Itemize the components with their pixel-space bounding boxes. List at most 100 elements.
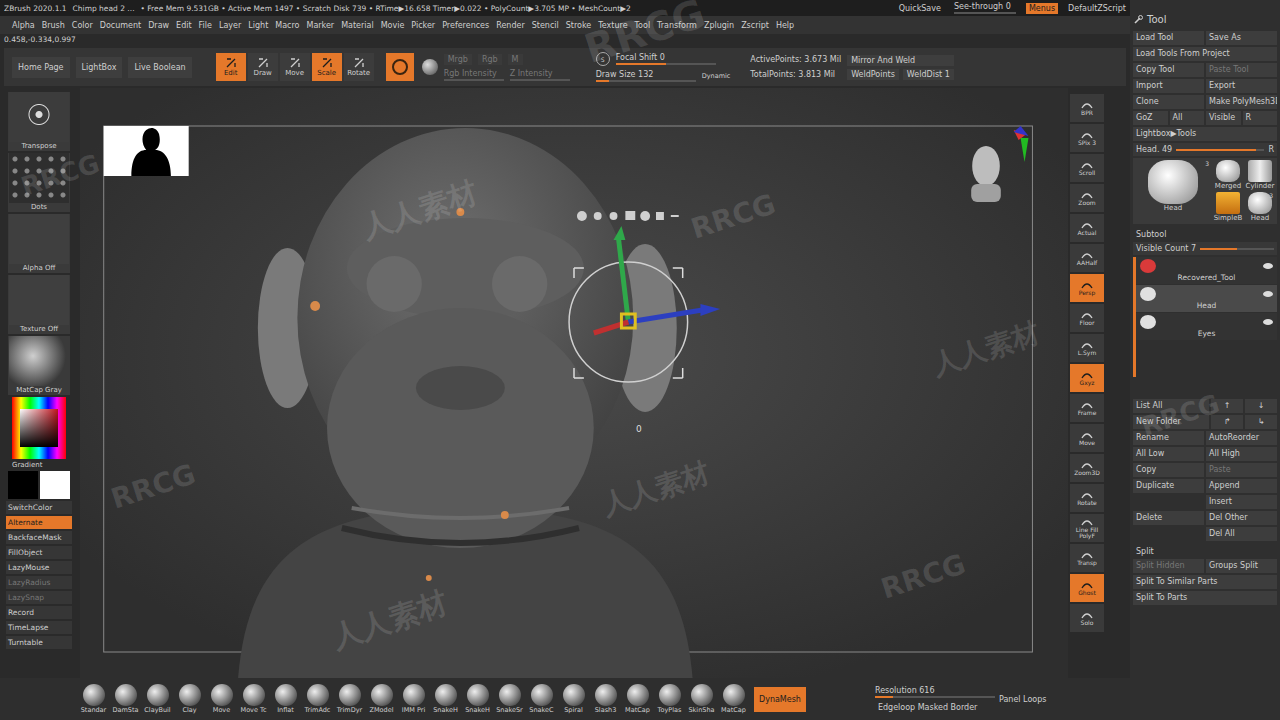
menu-item[interactable]: Edit: [176, 21, 192, 30]
menu-item[interactable]: Help: [776, 21, 794, 30]
action-button[interactable]: ↑: [1211, 399, 1243, 413]
mode-button[interactable]: Edit: [216, 53, 246, 81]
tool-thumbnail[interactable]: 3Head: [1135, 160, 1211, 222]
visibility-eye-icon[interactable]: [1263, 291, 1273, 297]
brush-button[interactable]: ClayBuil: [142, 684, 173, 714]
view-button[interactable]: Transp: [1070, 544, 1104, 572]
menu-item[interactable]: Macro: [275, 21, 299, 30]
view-button[interactable]: Ghost: [1070, 574, 1104, 602]
menu-item[interactable]: Transform: [657, 21, 697, 30]
menu-item[interactable]: Zplugin: [704, 21, 734, 30]
view-button[interactable]: Move: [1070, 424, 1104, 452]
brush-button[interactable]: Inflat: [270, 684, 301, 714]
gizmo-tools-icon[interactable]: [577, 211, 679, 221]
split-button[interactable]: Groups Split: [1206, 559, 1277, 573]
brush-button[interactable]: Standar: [78, 684, 109, 714]
tool-button[interactable]: Paste Tool: [1206, 63, 1277, 77]
color-swatches[interactable]: [8, 471, 70, 499]
shelf-button[interactable]: Alternate: [6, 516, 72, 529]
action-button[interactable]: List All: [1133, 399, 1209, 413]
navigation-head-icon[interactable]: [971, 126, 1028, 202]
action-button[interactable]: Delete: [1133, 511, 1204, 525]
view-button[interactable]: BPR: [1070, 94, 1104, 122]
script-name[interactable]: DefaultZScript: [1068, 4, 1126, 13]
menu-item[interactable]: Alpha: [12, 21, 35, 30]
shelf-button[interactable]: SwitchColor: [6, 501, 72, 514]
dynamic-button[interactable]: Dynamic: [702, 72, 731, 80]
tool-button[interactable]: Make PolyMesh3D: [1206, 95, 1277, 109]
tool-button[interactable]: Visible: [1206, 111, 1241, 125]
weld-dist-slider[interactable]: WeldDist 1: [903, 69, 954, 80]
view-button[interactable]: Scroll: [1070, 154, 1104, 182]
shelf-button[interactable]: LazyRadius: [6, 576, 72, 589]
view-button[interactable]: L.Sym: [1070, 334, 1104, 362]
menu-item[interactable]: Picker: [411, 21, 435, 30]
brush-button[interactable]: ToyPlas: [654, 684, 685, 714]
material-toggle[interactable]: Rgb: [478, 54, 502, 65]
menu-item[interactable]: Document: [100, 21, 141, 30]
menu-item[interactable]: Stencil: [532, 21, 559, 30]
menu-item[interactable]: Tool: [635, 21, 651, 30]
shelf-button[interactable]: LazyMouse: [6, 561, 72, 574]
menu-item[interactable]: Texture: [598, 21, 627, 30]
tool-thumbnail[interactable]: Merged: [1213, 160, 1243, 190]
view-button[interactable]: Persp: [1070, 274, 1104, 302]
action-button[interactable]: Rename: [1133, 431, 1204, 445]
action-button[interactable]: [1133, 527, 1204, 541]
view-button[interactable]: Zoom: [1070, 184, 1104, 212]
brush-button[interactable]: Clay: [174, 684, 205, 714]
menu-item[interactable]: Movie: [381, 21, 405, 30]
split-button[interactable]: Split To Parts: [1133, 591, 1277, 605]
view-button[interactable]: Rotate: [1070, 484, 1104, 512]
menus-button[interactable]: Menus: [1026, 3, 1058, 14]
tool-button[interactable]: Import: [1133, 79, 1204, 93]
visibility-eye-icon[interactable]: [1263, 263, 1273, 269]
brush-button[interactable]: Slash3: [590, 684, 621, 714]
view-button[interactable]: SPix 3: [1070, 124, 1104, 152]
draw-size-slider[interactable]: Draw Size 132: [596, 70, 696, 82]
brush-button[interactable]: Move Tc: [238, 684, 269, 714]
subtool-title[interactable]: Subtool: [1133, 226, 1277, 240]
brush-button[interactable]: ZModel: [366, 684, 397, 714]
action-button[interactable]: New Folder: [1133, 415, 1209, 429]
action-button[interactable]: Append: [1206, 479, 1277, 493]
menu-item[interactable]: File: [199, 21, 212, 30]
view-button[interactable]: Solo: [1070, 604, 1104, 632]
brush-button[interactable]: SnakeC: [526, 684, 557, 714]
menu-item[interactable]: Preferences: [442, 21, 489, 30]
visibility-eye-icon[interactable]: [1263, 319, 1273, 325]
action-button[interactable]: All High: [1206, 447, 1277, 461]
action-button[interactable]: Paste: [1206, 463, 1277, 477]
shelf-button[interactable]: FillObject: [6, 546, 72, 559]
secondary-swatch[interactable]: [8, 471, 38, 499]
split-button[interactable]: Split Hidden: [1133, 559, 1204, 573]
action-button[interactable]: Duplicate: [1133, 479, 1204, 493]
dynamesh-button[interactable]: DynaMesh: [754, 687, 806, 712]
tool-button[interactable]: Clone: [1133, 95, 1204, 109]
resolution-slider[interactable]: Resolution 616: [875, 686, 995, 698]
mirror-weld-button[interactable]: Mirror And Weld: [847, 55, 954, 66]
mode-button[interactable]: Draw: [248, 53, 278, 81]
tool-button[interactable]: GoZ: [1133, 111, 1168, 125]
mode-button[interactable]: Scale: [312, 53, 342, 81]
action-button[interactable]: [1133, 495, 1204, 509]
see-through-slider[interactable]: See-through 0: [954, 2, 1016, 14]
tool-button[interactable]: R: [1243, 111, 1278, 125]
shelf-button[interactable]: Record: [6, 606, 72, 619]
brush-button[interactable]: IMM Pri: [398, 684, 429, 714]
view-button[interactable]: Gxyz: [1070, 364, 1104, 392]
shelf-button[interactable]: LazySnap: [6, 591, 72, 604]
material-sphere-icon[interactable]: [422, 59, 438, 75]
brush-button[interactable]: TrimDyr: [334, 684, 365, 714]
action-button[interactable]: ↱: [1211, 415, 1243, 429]
split-button[interactable]: Split To Similar Parts: [1133, 575, 1277, 589]
intensity-slider[interactable]: Rgb Intensity: [444, 69, 504, 81]
shelf-tile[interactable]: Dots: [8, 153, 70, 212]
sculptris-button[interactable]: [386, 53, 414, 81]
split-title[interactable]: Split: [1133, 543, 1277, 557]
viewport[interactable]: 0: [80, 88, 1068, 678]
view-button[interactable]: Actual: [1070, 214, 1104, 242]
tool-thumbnail[interactable]: Cylinder: [1245, 160, 1275, 190]
tool-button[interactable]: Export: [1206, 79, 1277, 93]
view-button[interactable]: Zoom3D: [1070, 454, 1104, 482]
